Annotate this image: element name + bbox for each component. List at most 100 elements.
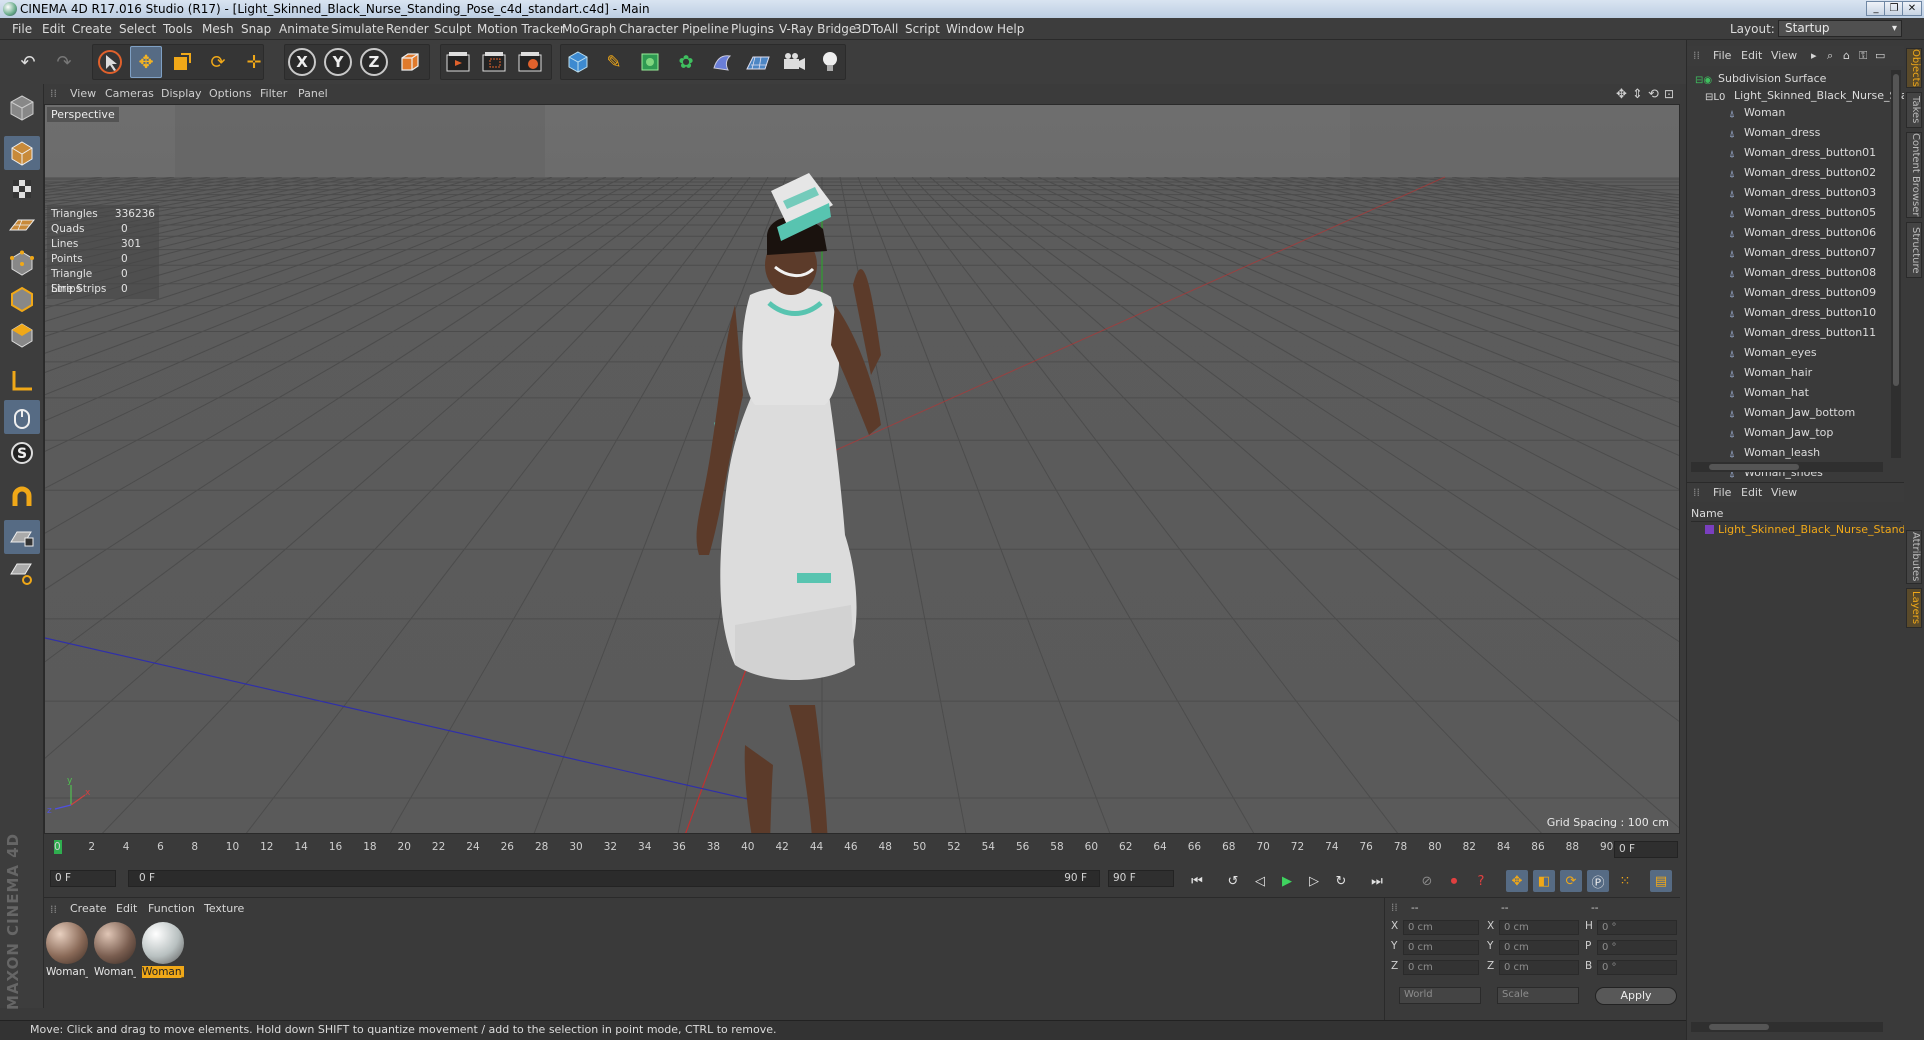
menu-plugins[interactable]: Plugins xyxy=(731,22,774,36)
om-lock-icon[interactable]: ⚿ xyxy=(1859,49,1867,63)
om-menu-edit[interactable]: Edit xyxy=(1741,49,1762,62)
material-menu-function[interactable]: Function xyxy=(148,902,195,915)
object-list-item[interactable]: ⍋ Woman_dress_button11 xyxy=(1729,325,1876,341)
camera-object-icon[interactable] xyxy=(778,46,810,78)
tab-content-browser[interactable]: Content Browser xyxy=(1906,132,1922,218)
size-y-field[interactable]: 0 cm xyxy=(1499,940,1579,955)
apply-button[interactable]: Apply xyxy=(1595,987,1677,1005)
menu-sculpt[interactable]: Sculpt xyxy=(434,22,471,36)
rotation-p-field[interactable]: 0 ° xyxy=(1597,940,1677,955)
layout-select[interactable]: Startup xyxy=(1778,20,1902,37)
menu-edit[interactable]: Edit xyxy=(42,22,65,36)
menu-script[interactable]: Script xyxy=(905,22,940,36)
record-rotation-icon[interactable]: ⟳ xyxy=(1560,870,1582,892)
material-menu-texture[interactable]: Texture xyxy=(204,902,244,915)
snapping-icon[interactable]: S xyxy=(4,436,40,470)
tab-takes[interactable]: Takes xyxy=(1906,92,1922,128)
object-list-item[interactable]: ⍋ Woman_dress_button06 xyxy=(1729,225,1876,241)
menu-create[interactable]: Create xyxy=(72,22,112,36)
render-view-icon[interactable] xyxy=(442,46,474,78)
om-search-icon[interactable]: ⌕ xyxy=(1827,49,1833,63)
points-mode-icon[interactable] xyxy=(4,246,40,280)
autokeying-icon[interactable]: ? xyxy=(1470,870,1492,892)
material-swatch-selected[interactable]: Woman_ xyxy=(142,922,184,980)
material-menu-create[interactable]: Create xyxy=(70,902,107,915)
start-frame-field[interactable]: 0 F xyxy=(50,870,116,887)
go-to-start-icon[interactable]: ⏮ xyxy=(1186,870,1208,892)
end-frame-field[interactable]: 90 F xyxy=(1108,870,1174,887)
material-swatch[interactable]: Woman_ xyxy=(46,922,88,980)
om-home-icon[interactable]: ⌂ xyxy=(1843,49,1850,62)
menu-file[interactable]: File xyxy=(12,22,32,36)
locked-workplane-icon[interactable] xyxy=(4,520,40,554)
camera-label[interactable]: Perspective xyxy=(47,107,119,122)
live-selection-icon[interactable] xyxy=(94,46,126,78)
tab-attributes[interactable]: Attributes xyxy=(1906,530,1922,584)
menu-3dtoall[interactable]: 3DToAll xyxy=(854,22,898,36)
record-position-icon[interactable]: ✥ xyxy=(1506,870,1528,892)
menu-select[interactable]: Select xyxy=(119,22,156,36)
floor-object-icon[interactable] xyxy=(742,46,774,78)
rotation-b-field[interactable]: 0 ° xyxy=(1597,960,1677,975)
viewport-menu-filter[interactable]: Filter xyxy=(260,87,287,100)
object-null-group[interactable]: ⊟L0 Light_Skinned_Black_Nurse_Sta xyxy=(1705,88,1908,104)
object-list-item[interactable]: ⍋ Woman_Jaw_top xyxy=(1729,425,1833,441)
cloner-icon[interactable]: ✿ xyxy=(670,46,702,78)
object-list-item[interactable]: ⍋ Woman_dress_button09 xyxy=(1729,285,1876,301)
z-axis-lock-icon[interactable]: Z xyxy=(358,46,390,78)
menu-motion-tracker[interactable]: Motion Tracker xyxy=(477,22,565,36)
position-y-field[interactable]: 0 cm xyxy=(1403,940,1479,955)
restore-button[interactable]: ❐ xyxy=(1884,1,1904,16)
object-list-item[interactable]: ⍋ Woman_dress_button05 xyxy=(1729,205,1876,221)
coordinate-mode-select[interactable]: World xyxy=(1399,987,1481,1004)
menu-tools[interactable]: Tools xyxy=(163,22,193,36)
object-subdivision-surface[interactable]: ⊟◉ Subdivision Surface xyxy=(1695,71,1826,87)
record-parameter-icon[interactable]: Ⓟ xyxy=(1587,870,1609,892)
lm-menu-view[interactable]: View xyxy=(1771,486,1797,499)
material-swatch[interactable]: Woman_ xyxy=(94,922,136,980)
layer-column-header[interactable]: Name xyxy=(1691,506,1901,522)
object-list-item[interactable]: ⍋ Woman xyxy=(1729,105,1785,121)
go-to-end-icon[interactable]: ⏭ xyxy=(1366,870,1388,892)
y-axis-lock-icon[interactable]: Y xyxy=(322,46,354,78)
tweak-mode-icon[interactable] xyxy=(4,400,40,434)
axis-mode-icon[interactable] xyxy=(4,364,40,398)
viewport-menu-cameras[interactable]: Cameras xyxy=(105,87,154,100)
menu-pipeline[interactable]: Pipeline xyxy=(682,22,729,36)
viewport-menu-panel[interactable]: Panel xyxy=(298,87,328,100)
menu-mograph[interactable]: MoGraph xyxy=(562,22,617,36)
size-z-field[interactable]: 0 cm xyxy=(1499,960,1579,975)
object-list-item[interactable]: ⍋ Woman_dress_button07 xyxy=(1729,245,1876,261)
record-pla-icon[interactable]: ⁙ xyxy=(1614,870,1636,892)
x-axis-lock-icon[interactable]: X xyxy=(286,46,318,78)
model-mode-icon[interactable] xyxy=(4,136,40,170)
material-menu-edit[interactable]: Edit xyxy=(116,902,137,915)
workplane-mode-icon[interactable] xyxy=(4,208,40,242)
recent-tool-icon[interactable]: ✛ xyxy=(238,46,270,78)
object-list-item[interactable]: ⍋ Woman_eyes xyxy=(1729,345,1817,361)
redo-icon[interactable]: ↷ xyxy=(48,46,80,78)
perspective-viewport[interactable]: y x z Perspective Triangles 336236 Quads 0… xyxy=(44,104,1680,834)
lm-menu-edit[interactable]: Edit xyxy=(1741,486,1762,499)
rotation-h-field[interactable]: 0 ° xyxy=(1597,920,1677,935)
undo-icon[interactable]: ↶ xyxy=(12,46,44,78)
lm-horizontal-scrollbar[interactable] xyxy=(1691,1022,1883,1032)
om-horizontal-scrollbar[interactable] xyxy=(1691,462,1883,472)
deformer-icon[interactable] xyxy=(706,46,738,78)
timeline-ruler[interactable]: 0 2 4 6 8 10 12 14 16 18 20 22 24 26 28 30 32 34 36 38 40 42 4… xyxy=(44,834,1680,866)
size-x-field[interactable]: 0 cm xyxy=(1499,920,1579,935)
menu-animate[interactable]: Animate xyxy=(279,22,329,36)
magnet-icon[interactable] xyxy=(4,482,40,516)
tab-objects[interactable]: Objects xyxy=(1906,48,1922,88)
menu-character[interactable]: Character xyxy=(619,22,678,36)
tab-layers[interactable]: Layers xyxy=(1906,588,1922,628)
previous-frame-icon[interactable]: ◁ xyxy=(1249,870,1271,892)
polygons-mode-icon[interactable] xyxy=(4,318,40,352)
render-settings-icon[interactable] xyxy=(514,46,546,78)
current-frame-field[interactable]: 0 F xyxy=(1614,841,1678,858)
render-region-icon[interactable] xyxy=(478,46,510,78)
record-active-objects-icon[interactable]: ⏺ xyxy=(1443,870,1465,892)
menu-snap[interactable]: Snap xyxy=(241,22,271,36)
menu-mesh[interactable]: Mesh xyxy=(202,22,234,36)
object-list-item[interactable]: ⍋ Woman_hat xyxy=(1729,385,1809,401)
